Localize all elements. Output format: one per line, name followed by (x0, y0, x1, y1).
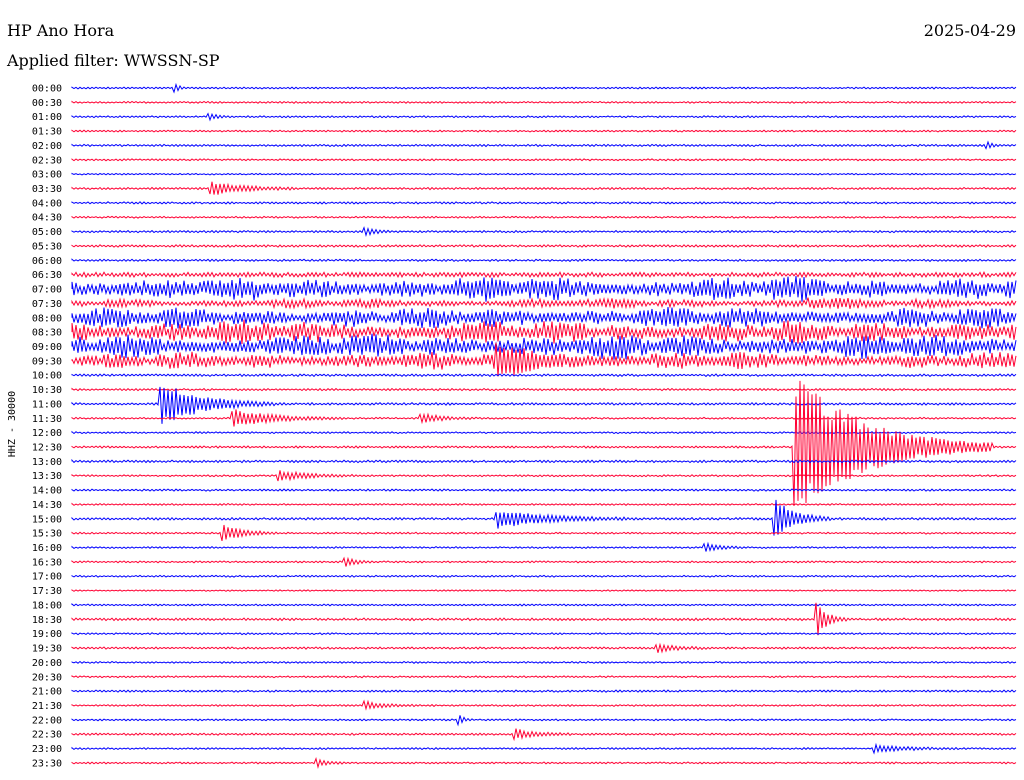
tick-label: 10:00 (32, 371, 62, 382)
trace-line-0000 (71, 82, 1017, 94)
y-axis-label: HHZ - 30000 (7, 391, 18, 457)
tick-label: 14:00 (32, 486, 62, 497)
trace-line-1930 (71, 642, 1017, 654)
tick-label: 16:00 (32, 543, 62, 554)
tick-label: 22:30 (32, 730, 62, 741)
trace-line-2330 (71, 757, 1017, 769)
tick-label: 00:00 (32, 84, 62, 95)
tick-label: 05:30 (32, 241, 62, 252)
trace-line-1000 (71, 373, 1017, 378)
trace-line-0230 (71, 158, 1017, 162)
tick-label: 12:30 (32, 443, 62, 454)
trace-line-2300 (71, 742, 1017, 755)
tick-label: 08:30 (32, 328, 62, 339)
trace-line-0600 (71, 258, 1017, 263)
trace-line-0100 (71, 112, 1017, 122)
tick-label: 03:30 (32, 184, 62, 195)
trace-line-0500 (71, 226, 1017, 238)
tick-label: 11:00 (32, 399, 62, 410)
trace-line-2200 (71, 715, 1017, 727)
trace-line-0200 (71, 140, 1017, 150)
trace-line-1900 (71, 632, 1017, 636)
trace-line-1730 (71, 589, 1017, 592)
tick-label: 01:00 (32, 112, 62, 123)
tick-label: 03:00 (32, 170, 62, 181)
trace-line-0300 (71, 172, 1017, 176)
tick-label: 02:30 (32, 155, 62, 166)
tick-label: 19:00 (32, 629, 62, 640)
trace-line-0030 (71, 100, 1017, 104)
station-title: HP Ano Hora (7, 21, 115, 40)
trace-line-0730 (71, 296, 1017, 310)
tick-label: 13:30 (32, 471, 62, 482)
trace-line-0530 (71, 244, 1017, 248)
trace-line-1400 (71, 488, 1017, 492)
trace-line-1130 (71, 409, 1017, 427)
tick-label: 23:30 (32, 758, 62, 769)
trace-line-0330 (71, 181, 1017, 195)
tick-label: 10:30 (32, 385, 62, 396)
tick-label: 08:00 (32, 313, 62, 324)
tick-label: 09:00 (32, 342, 62, 353)
tick-label: 23:00 (32, 744, 62, 755)
trace-line-1200 (71, 430, 1017, 435)
tick-label: 06:30 (32, 270, 62, 281)
tick-label: 21:30 (32, 701, 62, 712)
trace-line-1530 (71, 524, 1017, 542)
tick-label: 07:00 (32, 285, 62, 296)
trace-line-2230 (71, 728, 1017, 742)
tick-label: 20:00 (32, 658, 62, 669)
trace-line-0630 (71, 271, 1017, 279)
tick-label-group: 00:00 00:30 01:00 01:30 02:00 02:30 03:00 03:30… (32, 84, 62, 770)
date-label: 2025-04-29 (924, 21, 1016, 40)
tick-label: 00:30 (32, 98, 62, 109)
trace-line-1800 (71, 603, 1017, 607)
tick-label: 06:00 (32, 256, 62, 267)
trace-line-1700 (71, 574, 1017, 578)
filter-label: Applied filter: WWSSN-SP (6, 51, 220, 70)
trace-line-0430 (71, 215, 1017, 219)
tick-label: 09:30 (32, 356, 62, 367)
tick-label: 21:00 (32, 687, 62, 698)
tick-label: 13:00 (32, 457, 62, 468)
trace-line-2130 (71, 699, 1017, 711)
trace-line-1830 (71, 602, 1017, 636)
trace-line-0700 (71, 275, 1017, 302)
tick-label: 12:00 (32, 428, 62, 439)
trace-line-1630 (71, 556, 1017, 567)
tick-label: 16:30 (32, 557, 62, 568)
trace-line-1230 (71, 380, 1017, 507)
tick-label: 07:30 (32, 299, 62, 310)
tick-label: 18:30 (32, 615, 62, 626)
trace-line-2100 (71, 689, 1017, 693)
tick-label: 02:00 (32, 141, 62, 152)
tick-label: 04:00 (32, 198, 62, 209)
trace-line-0400 (71, 201, 1017, 205)
trace-line-2000 (71, 660, 1017, 664)
tick-label: 18:00 (32, 600, 62, 611)
tick-label: 19:30 (32, 644, 62, 655)
trace-line-1600 (71, 541, 1017, 553)
tick-label: 14:30 (32, 500, 62, 511)
tick-label: 15:00 (32, 514, 62, 525)
tick-label: 17:00 (32, 572, 62, 583)
tick-label: 20:30 (32, 672, 62, 683)
trace-line-0130 (71, 129, 1017, 133)
trace-line-1330 (71, 470, 1017, 482)
trace-line-1430 (71, 502, 1017, 506)
helicorder-chart: HP Ano Hora 2025-04-29 Applied filter: W… (6, 21, 1017, 770)
tick-label: 04:30 (32, 213, 62, 224)
tick-label: 22:00 (32, 715, 62, 726)
tick-label: 15:30 (32, 529, 62, 540)
tick-label: 11:30 (32, 414, 62, 425)
trace-group (71, 82, 1017, 769)
tick-label: 05:00 (32, 227, 62, 238)
trace-line-2030 (71, 675, 1017, 679)
tick-label: 17:30 (32, 586, 62, 597)
trace-line-1030 (71, 387, 1017, 392)
tick-label: 01:30 (32, 127, 62, 138)
